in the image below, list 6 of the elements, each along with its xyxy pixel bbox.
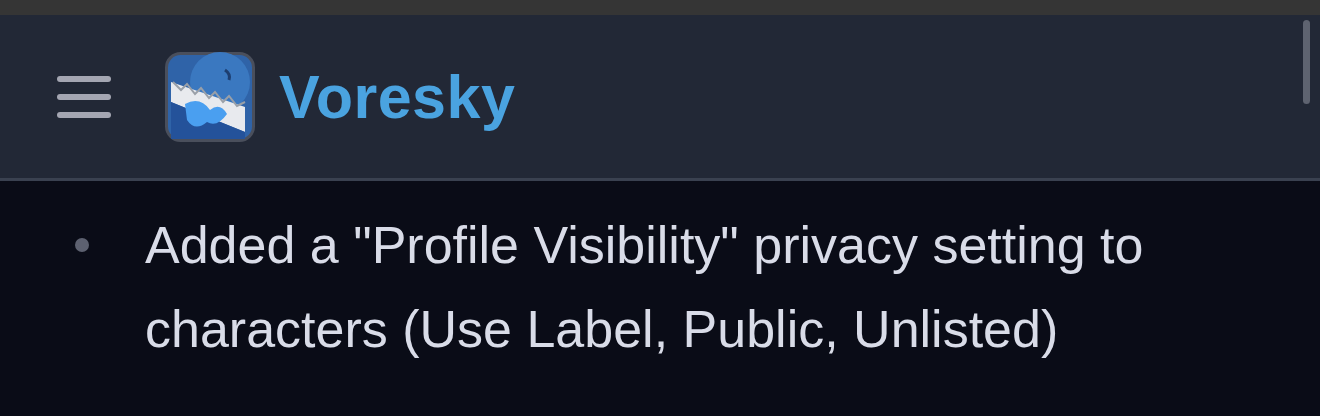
- changelog-entry: Added a "Profile Visibility" privacy setting to characters (Use Label, Public, Unlisted): [145, 215, 1145, 360]
- bullet-icon: [75, 238, 89, 252]
- menu-button[interactable]: [57, 75, 111, 118]
- app-logo[interactable]: [165, 51, 255, 142]
- site-title[interactable]: Voresky: [279, 61, 516, 132]
- scrollbar[interactable]: [1303, 20, 1310, 104]
